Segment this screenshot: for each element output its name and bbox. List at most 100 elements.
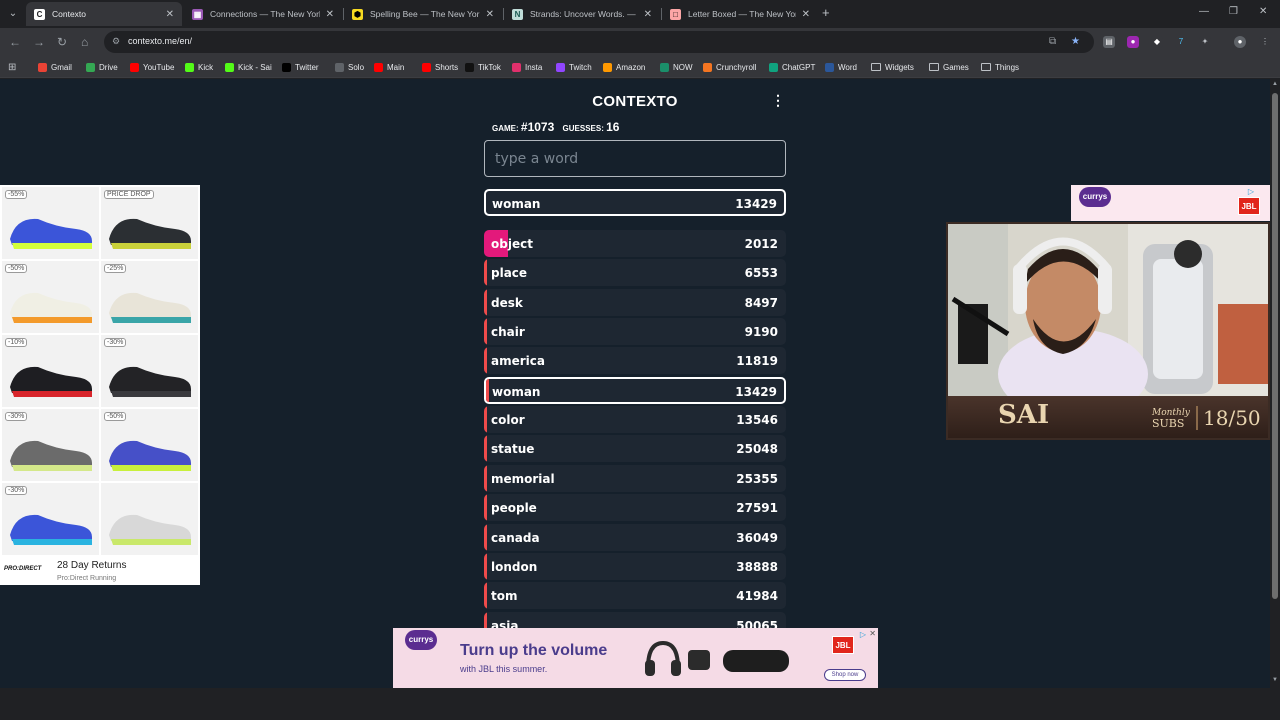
close-window-icon[interactable]: ✕ <box>1259 6 1267 17</box>
bookmark-word[interactable]: Word <box>825 60 857 74</box>
youtube-icon <box>130 62 139 72</box>
word-input[interactable] <box>484 140 786 177</box>
more-options-icon[interactable]: ⋮ <box>771 92 785 108</box>
shop-now-button[interactable]: Shop now <box>824 669 866 681</box>
bookmark-twitter[interactable]: Twitter <box>282 60 319 74</box>
extension-icon[interactable]: ◆ <box>1151 36 1163 48</box>
guess-word: america <box>491 354 545 369</box>
discount-badge: -10% <box>5 338 28 347</box>
tab-spelling-bee[interactable]: ⬢ Spelling Bee — The New York T ✕ <box>344 2 502 26</box>
bookmark-youtube[interactable]: YouTube <box>130 60 174 74</box>
reload-icon[interactable]: ↻ <box>57 34 67 50</box>
guess-row: woman 13429 <box>484 376 786 404</box>
bookmark-drive[interactable]: Drive <box>86 60 118 74</box>
tab-letter-boxed[interactable]: □ Letter Boxed — The New York T ✕ <box>662 2 818 26</box>
shoe-ad[interactable]: ▷ ✕ PRO:DIRECT 28 Day Returns Pro:Direct… <box>0 185 200 585</box>
bookmark-widgets[interactable]: Widgets <box>871 60 914 74</box>
tab-search-icon[interactable]: ⌄ <box>4 5 22 23</box>
bookmark-now[interactable]: NOW <box>660 60 693 74</box>
shoe-product[interactable]: -10% <box>2 335 99 407</box>
shoe-product[interactable]: -30% <box>2 409 99 481</box>
home-icon[interactable]: ⌂ <box>81 34 88 50</box>
bookmark-twitch[interactable]: Twitch <box>556 60 592 74</box>
bookmark-tiktok[interactable]: TikTok <box>465 60 501 74</box>
close-tab-icon[interactable]: ✕ <box>802 9 810 20</box>
bookmark-label: Shorts <box>435 62 459 72</box>
guess-word: woman <box>492 197 541 211</box>
strands-icon: N <box>512 8 523 20</box>
bookmark-gmail[interactable]: Gmail <box>38 60 72 74</box>
puzzle-icon[interactable]: ✦ <box>1199 36 1211 48</box>
bookmark-main[interactable]: Main <box>374 60 404 74</box>
apps-grid-icon[interactable]: ⊞ <box>8 60 16 74</box>
tab-connections[interactable]: ▦ Connections — The New York T ✕ <box>184 2 342 26</box>
menu-icon[interactable]: ⋮ <box>1259 36 1271 48</box>
forward-icon[interactable]: → <box>33 34 45 50</box>
bookmark-label: Solo <box>348 62 365 72</box>
minimize-icon[interactable]: — <box>1199 6 1209 17</box>
close-tab-icon[interactable]: ✕ <box>644 9 652 20</box>
scrollbar-thumb[interactable] <box>1272 93 1278 599</box>
guess-rank: 13546 <box>736 413 778 428</box>
bookmark-solo[interactable]: Solo <box>335 60 364 74</box>
guess-rank: 9190 <box>744 325 778 340</box>
bookmark-games[interactable]: Games <box>929 60 969 74</box>
subs-bar: SAI Monthly SUBS 18/50 <box>948 396 1268 438</box>
bookmark-crunchyroll[interactable]: Crunchyroll <box>703 60 756 74</box>
bookmark-shorts[interactable]: Shorts <box>422 60 458 74</box>
ad-headline: 28 Day Returns <box>57 560 127 571</box>
game-number: #1073 <box>520 120 555 134</box>
profile-avatar[interactable]: ● <box>1234 36 1246 48</box>
bookmark-kick[interactable]: Kick <box>185 60 213 74</box>
site-info-icon[interactable]: ⚙ <box>112 36 123 47</box>
extension-icon[interactable]: 7 <box>1175 36 1187 48</box>
shoe-product[interactable]: -50% <box>101 409 198 481</box>
guess-rank: 36049 <box>736 530 778 545</box>
guess-word: color <box>491 413 525 428</box>
shoe-product[interactable]: -30% <box>101 335 198 407</box>
close-tab-icon[interactable]: ✕ <box>326 9 334 20</box>
similarity-bar <box>484 288 488 316</box>
bookmark-label: Amazon <box>616 62 646 72</box>
shoe-product[interactable]: -25% <box>101 261 198 333</box>
shoe-product[interactable]: -30% <box>2 483 99 555</box>
restore-icon[interactable]: ❐ <box>1229 6 1238 17</box>
bookmark-star-icon[interactable]: ★ <box>1071 36 1080 47</box>
currys-ad-top[interactable]: currys ▷ JBL <box>1071 185 1270 221</box>
guess-rank: 6553 <box>744 266 778 281</box>
adchoices-icon[interactable]: ▷ <box>860 630 866 639</box>
extension-icon[interactable]: ● <box>1127 36 1139 48</box>
shoe-image <box>10 292 92 323</box>
tab-contexto[interactable]: C Contexto ✕ <box>26 2 182 26</box>
bookmark-amazon[interactable]: Amazon <box>603 60 645 74</box>
contexto-page: ▷ ✕ PRO:DIRECT 28 Day Returns Pro:Direct… <box>0 79 1270 688</box>
close-ad-icon[interactable]: ✕ <box>869 629 876 638</box>
bookmark-label: YouTube <box>143 62 175 72</box>
similarity-bar <box>484 494 488 522</box>
bookmark-insta[interactable]: Insta <box>512 60 542 74</box>
bookmark-chatgpt[interactable]: ChatGPT <box>769 60 815 74</box>
back-icon[interactable]: ← <box>9 34 21 50</box>
subs-count: 18/50 <box>1196 406 1261 430</box>
currys-ad-bottom[interactable]: currys Turn up the volume with JBL this … <box>393 628 878 688</box>
discount-badge: -50% <box>104 412 127 421</box>
close-tab-icon[interactable]: ✕ <box>166 9 174 20</box>
shoe-product[interactable]: PRICE DROP <box>101 187 198 259</box>
scroll-down-icon[interactable]: ▼ <box>1272 677 1278 683</box>
shoe-product[interactable]: -50% <box>2 261 99 333</box>
adchoices-icon[interactable]: ▷ <box>1248 187 1254 196</box>
ad-headline: Turn up the volume <box>460 642 608 659</box>
scroll-up-icon[interactable]: ▲ <box>1272 81 1278 87</box>
bookmark-things[interactable]: Things <box>981 60 1019 74</box>
tab-strands[interactable]: N Strands: Uncover Words. — The ✕ <box>504 2 660 26</box>
shoe-product[interactable] <box>101 483 198 555</box>
extension-icon[interactable]: ▤ <box>1103 36 1115 48</box>
new-tab-icon[interactable]: + <box>822 5 830 20</box>
page-scrollbar[interactable]: ▲ ▼ <box>1270 79 1280 688</box>
address-bar[interactable]: ⚙ contexto.me/en/ ⧉ ★ <box>104 31 1094 53</box>
install-app-icon[interactable]: ⧉ <box>1049 36 1056 47</box>
close-tab-icon[interactable]: ✕ <box>486 9 494 20</box>
shoe-product[interactable]: -55% <box>2 187 99 259</box>
guess-row: chair 9190 <box>484 318 786 346</box>
bookmark-kick-sai[interactable]: Kick - Sai <box>225 60 272 74</box>
